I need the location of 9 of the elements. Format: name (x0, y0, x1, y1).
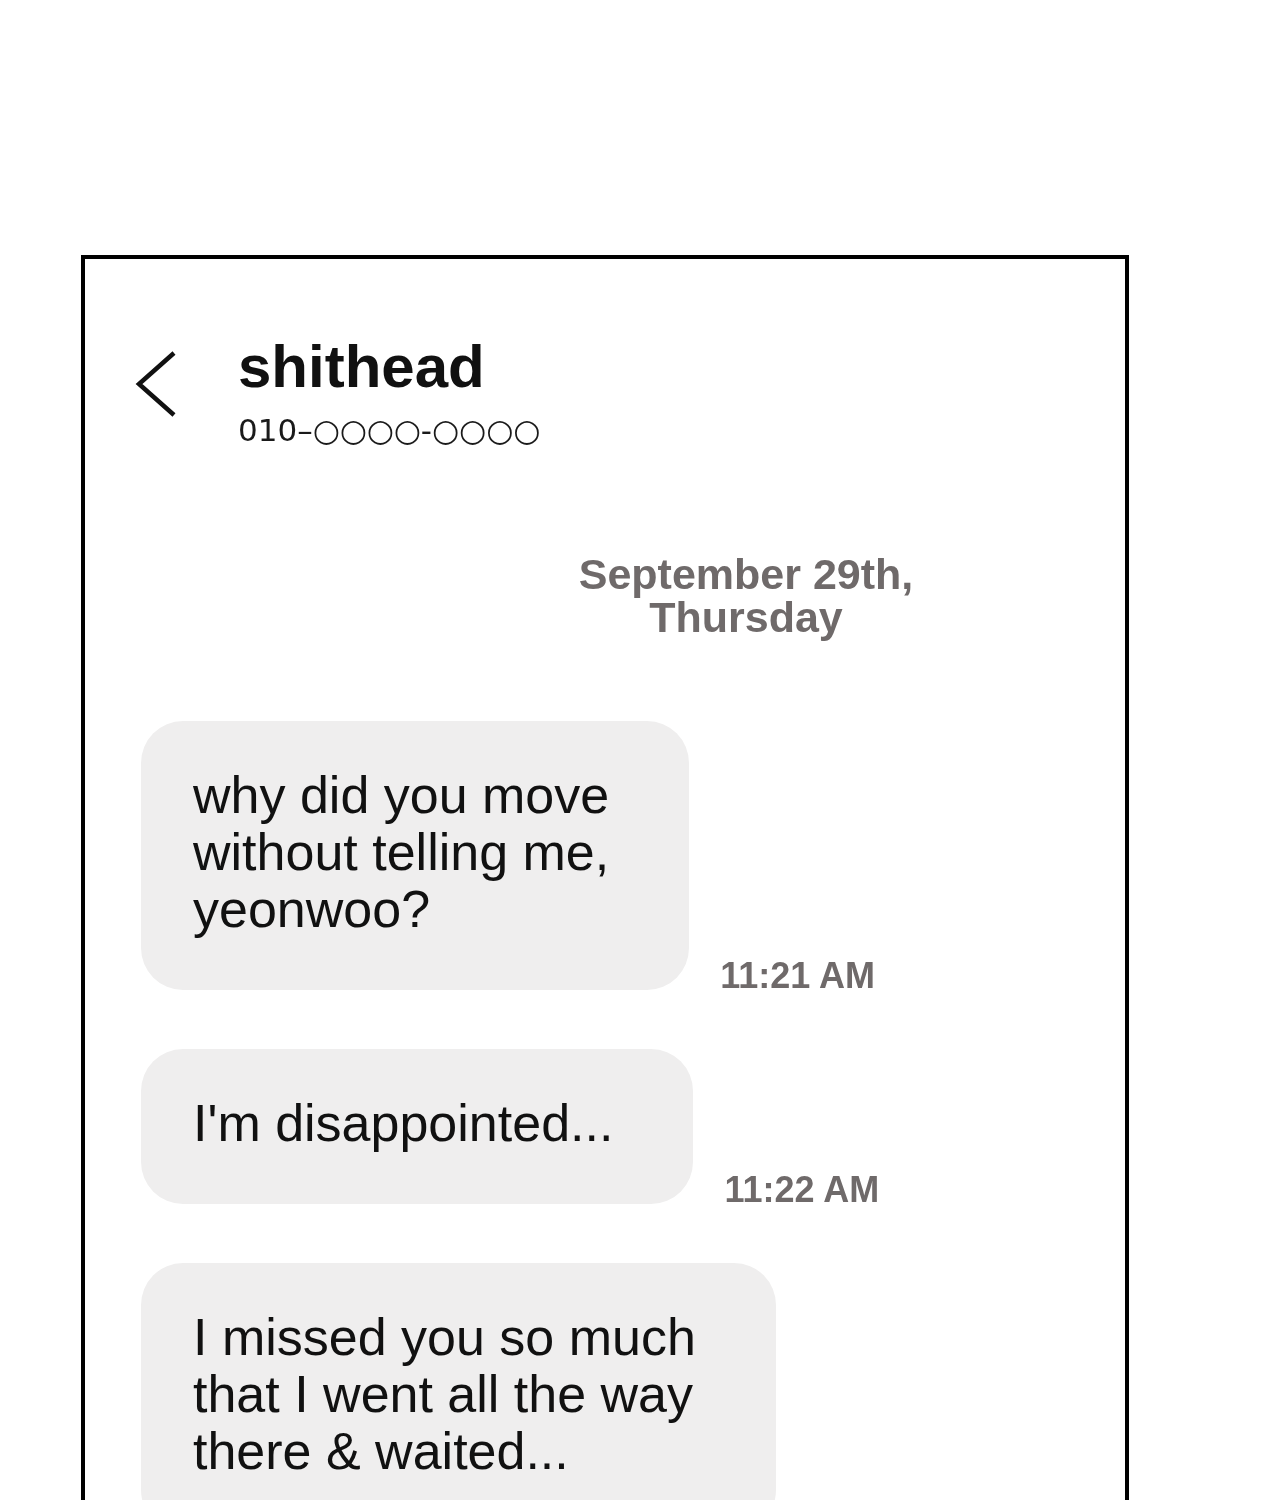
message-time: 11:21 AM (720, 958, 875, 994)
message-time: 11:22 AM (724, 1172, 880, 1208)
contact-name: shithead (238, 337, 486, 397)
message-bubble: I missed you so much that I went all the way there & waited... (141, 1263, 776, 1500)
date-divider: September 29th, Thursday (577, 553, 915, 639)
phone-number: 010–○○○○-○○○○ (238, 411, 541, 449)
back-icon[interactable] (135, 351, 177, 417)
message-bubble: why did you move without telling me, yeonwoo? (141, 721, 690, 990)
message-bubble: I'm disappointed... (141, 1049, 694, 1204)
